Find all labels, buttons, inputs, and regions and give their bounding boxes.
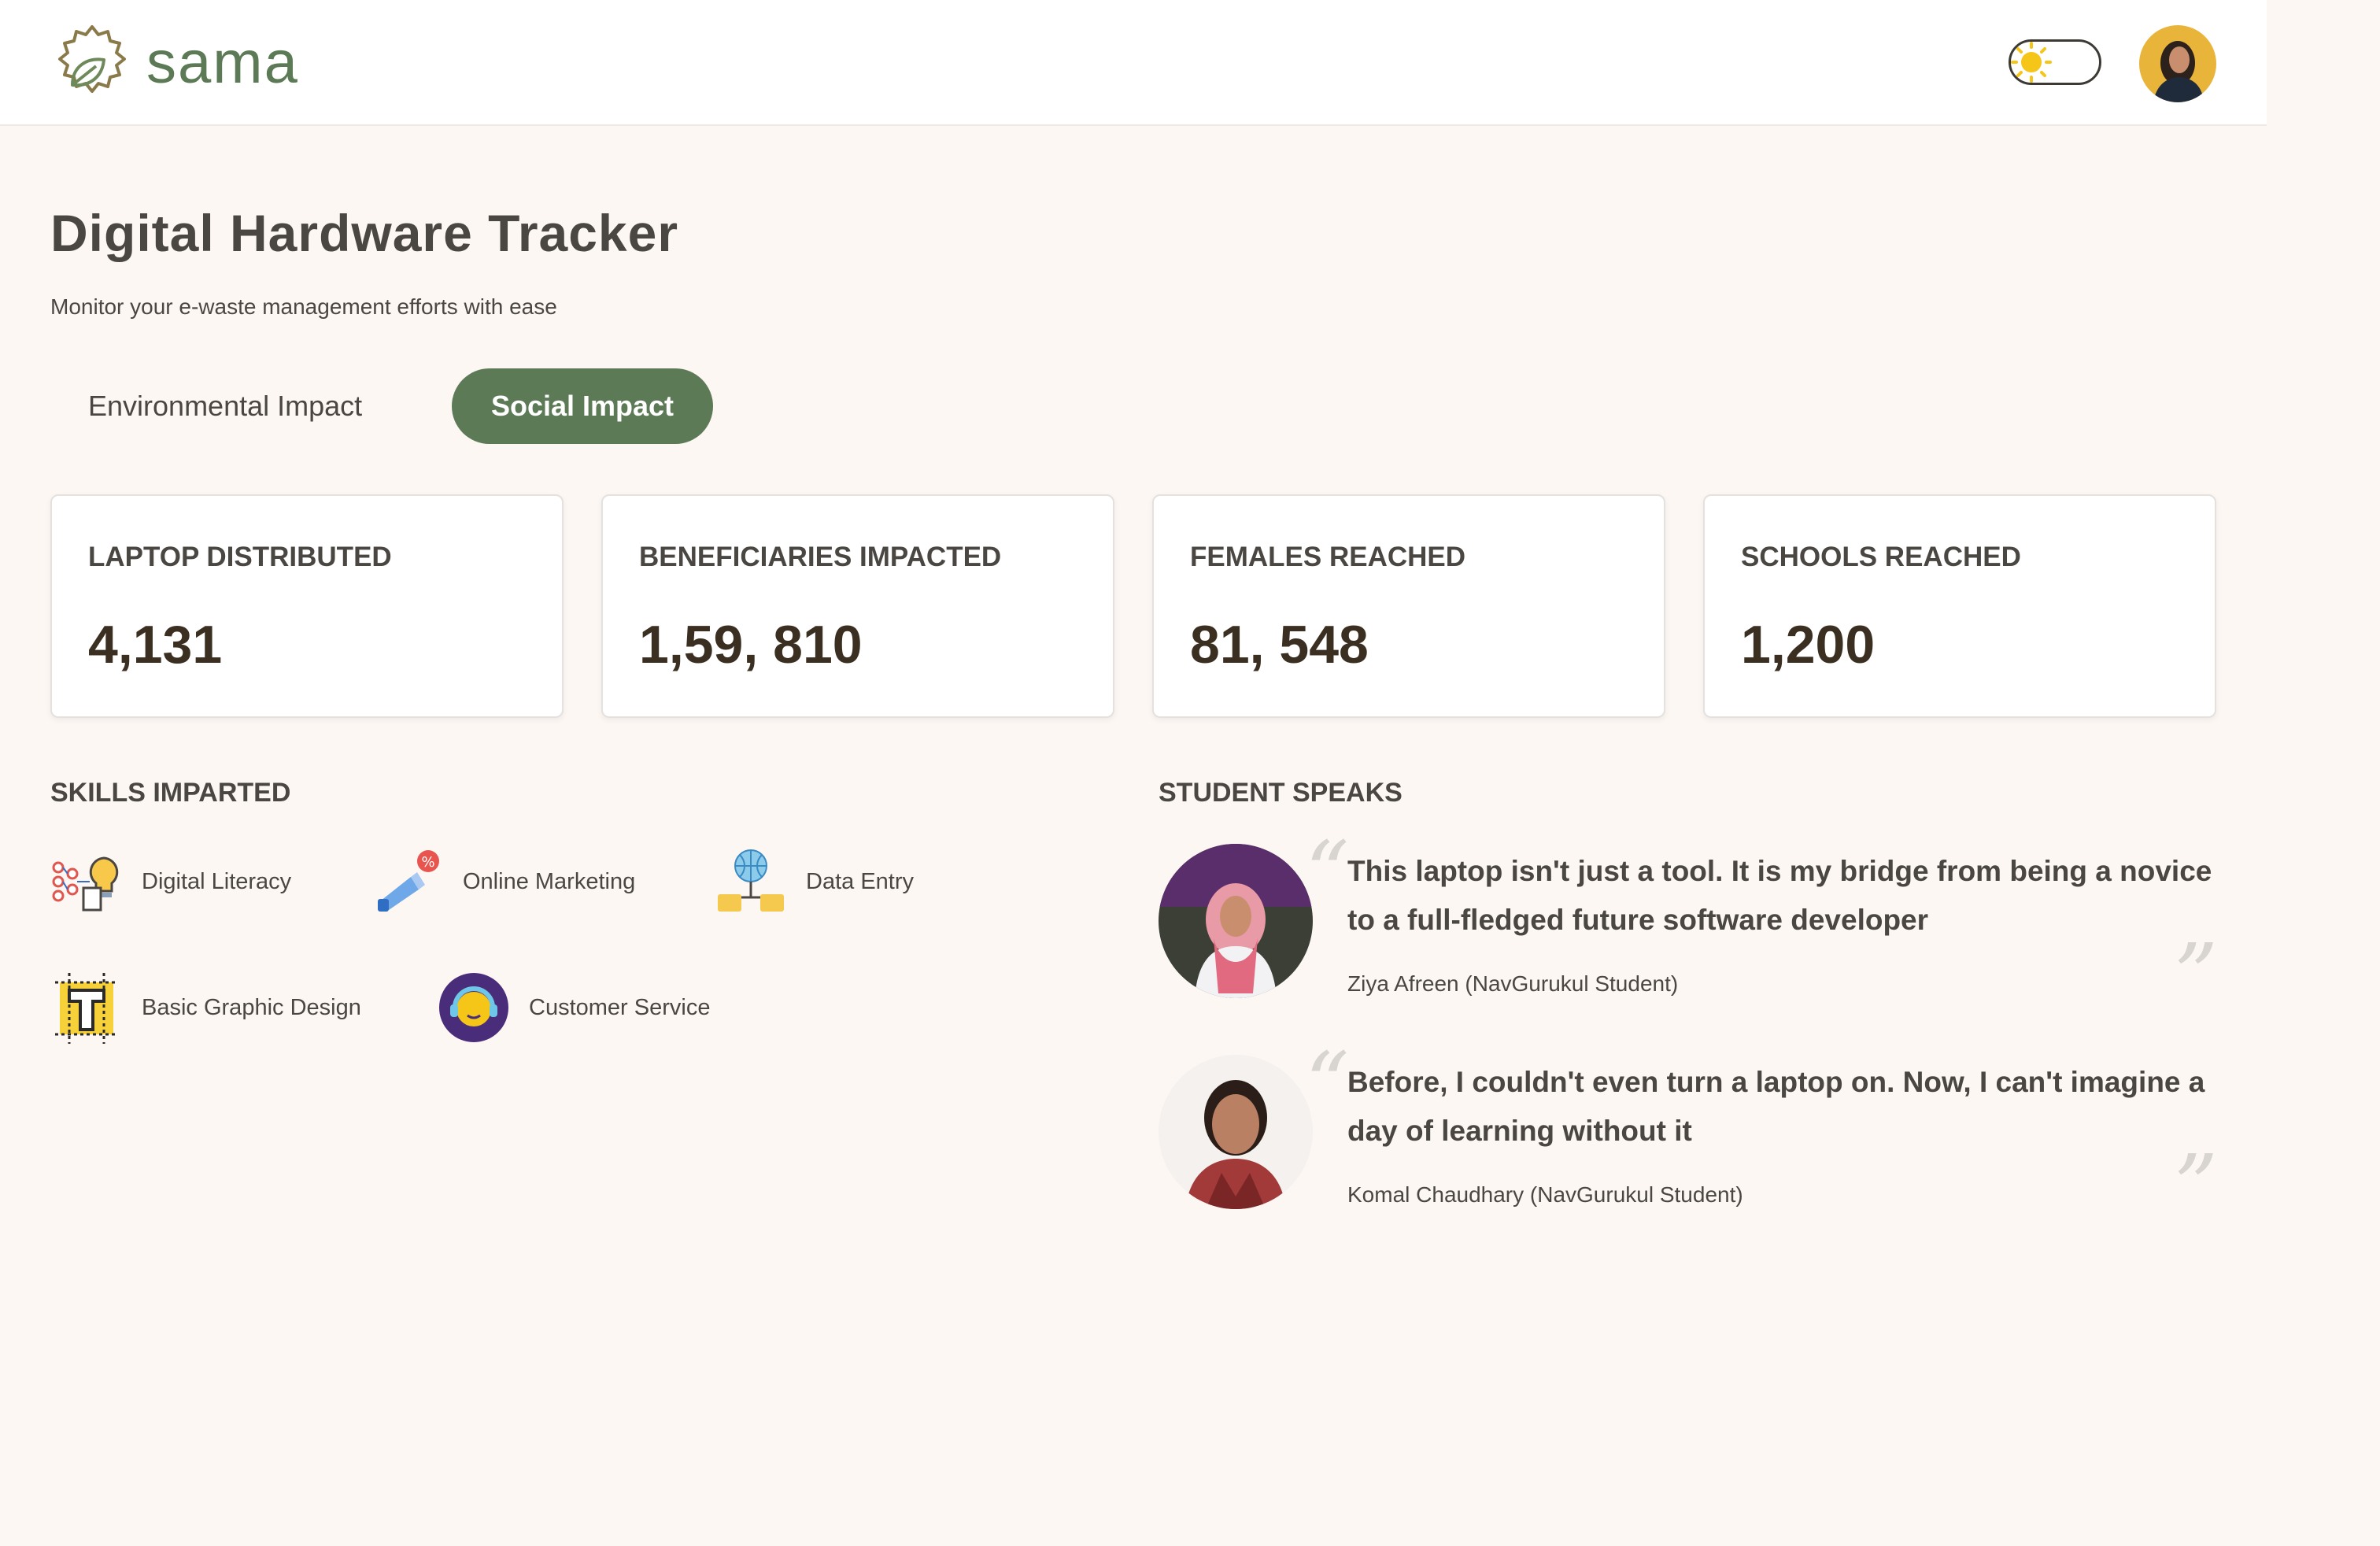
close-quote-icon: ” (2173, 925, 2218, 1026)
skill-label: Online Marketing (463, 868, 636, 894)
stat-label: SCHOOLS REACHED (1741, 542, 2021, 572)
stat-value: 4,131 (88, 615, 223, 675)
skills-section-title: SKILLS IMPARTED (50, 778, 291, 808)
stat-card-schools: SCHOOLS REACHED 1,200 (1703, 494, 2216, 718)
top-header: sama (0, 0, 2267, 126)
student-avatar-icon (1159, 1055, 1313, 1209)
tab-environmental-impact[interactable]: Environmental Impact (60, 368, 406, 444)
open-quote-icon: “ (1305, 823, 1350, 923)
testimonial-quote: Before, I couldn't even turn a laptop on… (1347, 1066, 2205, 1147)
stat-card-laptops: LAPTOP DISTRIBUTED 4,131 (50, 494, 564, 718)
stat-label: LAPTOP DISTRIBUTED (88, 542, 392, 572)
skill-customer-service: Customer Service (436, 970, 710, 1045)
student-photo (1159, 1055, 1313, 1209)
page-title: Digital Hardware Tracker (50, 204, 679, 262)
megaphone-icon: % (370, 844, 445, 919)
lightbulb-network-icon (49, 844, 124, 919)
testimonial-author: Komal Chaudhary (NavGurukul Student) (1347, 1182, 1743, 1207)
skill-label: Customer Service (529, 994, 711, 1020)
skill-online-marketing: % Online Marketing (370, 844, 635, 919)
stat-label: FEMALES REACHED (1190, 542, 1466, 572)
stat-value: 1,200 (1741, 615, 1876, 675)
testimonial-card: “ Before, I couldn't even turn a laptop … (1159, 1041, 2223, 1230)
brand-logo[interactable]: sama (49, 22, 299, 102)
brand-name: sama (146, 28, 299, 96)
stat-label: BENEFICIARIES IMPACTED (639, 542, 1002, 572)
open-quote-icon: “ (1305, 1034, 1350, 1134)
type-tool-icon (49, 970, 124, 1045)
page-subtitle: Monitor your e-waste management efforts … (50, 294, 557, 319)
skill-basic-graphic-design: Basic Graphic Design (49, 970, 361, 1045)
skill-data-entry: Data Entry (713, 844, 914, 919)
theme-toggle[interactable] (2009, 39, 2101, 85)
stat-value: 1,59, 810 (639, 615, 863, 675)
headset-icon (436, 970, 512, 1045)
close-quote-icon: ” (2173, 1136, 2218, 1237)
skill-label: Digital Literacy (142, 868, 292, 894)
skill-digital-literacy: Digital Literacy (49, 844, 291, 919)
gear-leaf-logo-icon (58, 25, 126, 93)
stat-value: 81, 548 (1190, 615, 1369, 675)
testimonial-author: Ziya Afreen (NavGurukul Student) (1347, 971, 1679, 996)
student-avatar-icon (1159, 844, 1313, 998)
svg-text:%: % (421, 854, 434, 871)
sun-icon (2011, 42, 2052, 83)
skill-label: Data Entry (806, 868, 914, 894)
user-avatar-icon (2139, 25, 2216, 102)
stat-card-females: FEMALES REACHED 81, 548 (1152, 494, 1665, 718)
tab-social-impact[interactable]: Social Impact (452, 368, 713, 444)
skill-label: Basic Graphic Design (142, 994, 361, 1020)
student-photo (1159, 844, 1313, 998)
globe-folders-icon (713, 844, 789, 919)
testimonial-quote: This laptop isn't just a tool. It is my … (1347, 855, 2212, 936)
testimonial-card: “ This laptop isn't just a tool. It is m… (1159, 830, 2223, 1019)
stat-card-beneficiaries: BENEFICIARIES IMPACTED 1,59, 810 (601, 494, 1114, 718)
testimonials-section-title: STUDENT SPEAKS (1159, 778, 1402, 808)
user-avatar[interactable] (2139, 25, 2216, 102)
